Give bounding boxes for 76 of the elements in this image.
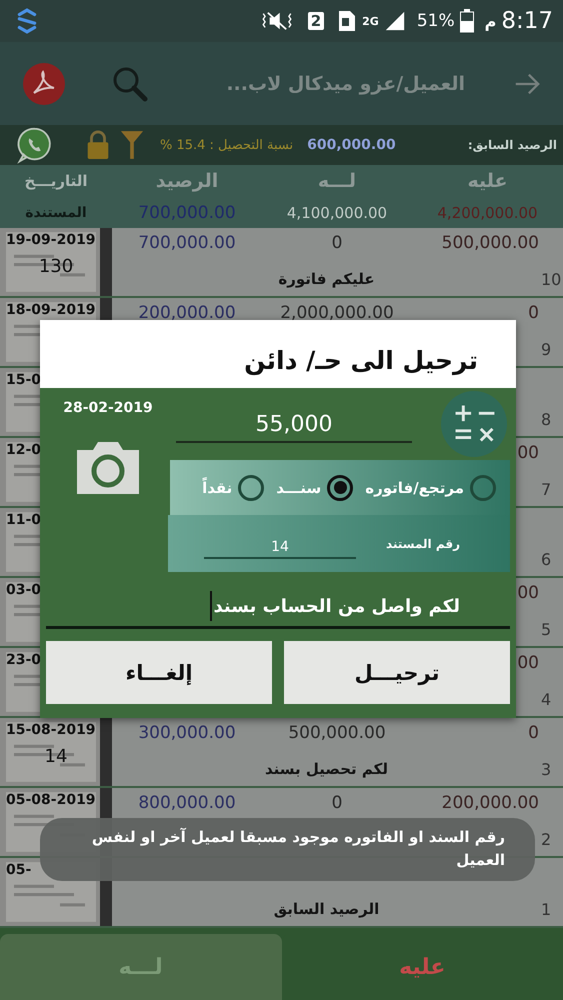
document-number-label: رقم المستند — [386, 536, 460, 550]
row-date: 18-09-2019 — [5, 302, 96, 318]
row-number: 2 — [541, 830, 552, 848]
row-number: 6 — [541, 550, 552, 568]
row-number: 7 — [541, 480, 552, 498]
amount-field[interactable]: 55,000 — [176, 412, 412, 442]
row-number: 1 — [541, 900, 552, 918]
row-number: 5 — [541, 620, 552, 638]
row-date: 15-08-2019 — [5, 722, 96, 738]
row-number: 10 — [541, 270, 562, 288]
table-cell-text: 00 — [516, 582, 540, 603]
radio-button[interactable] — [470, 474, 496, 500]
row-date: 19-09-2019 — [5, 232, 96, 248]
collection-rate: 15.4 % — [160, 138, 206, 152]
table-cell-text: 700,000.00 — [137, 232, 237, 253]
row-date: 05-08-2019 — [5, 792, 96, 808]
row-description: لكم تحصيل بسند — [264, 760, 389, 778]
table-cell-text: 0 — [527, 722, 540, 743]
time-period: م — [484, 12, 496, 30]
document-number-field[interactable]: 14 — [204, 538, 356, 558]
table-cell-text: 0 — [527, 302, 540, 323]
column-header: الرصيد — [154, 170, 220, 192]
column-header: لـــه — [316, 170, 358, 192]
row-date: 11-0 — [5, 512, 42, 528]
table-cell-text: 200,000.00 — [137, 302, 237, 323]
dialog-button[interactable]: إلغـــاء — [46, 641, 272, 704]
radio-option[interactable]: مرتجع/فاتوره — [365, 474, 496, 500]
row-date: 05- — [5, 862, 32, 878]
dialog-button[interactable]: ترحيـــل — [284, 641, 510, 704]
row-date: 15-0 — [5, 372, 42, 388]
filter-icon[interactable] — [120, 129, 144, 161]
row-number: 3 — [541, 760, 552, 778]
column-header: التاريـــخ — [24, 172, 88, 190]
table-cell-text: 200,000.00 — [440, 792, 540, 813]
network-type: 2G — [362, 14, 379, 28]
table-cell-text: 800,000.00 — [137, 792, 237, 813]
entry-date: 28-02-2019 — [63, 400, 153, 416]
previous-balance-label: الرصيد السابق: — [466, 138, 557, 152]
battery-icon — [460, 9, 474, 33]
row-description: الرصيد السابق — [272, 900, 380, 918]
signal-icon — [384, 9, 406, 33]
total-credit: 4,100,000.00 — [286, 204, 388, 222]
table-cell-text: 2,000,000.00 — [279, 302, 395, 323]
row-number: 4 — [541, 690, 552, 708]
pdf-icon[interactable] — [22, 62, 66, 106]
document-number: 14 — [44, 746, 68, 767]
sim-slot-indicator: 2 — [308, 12, 324, 30]
table-cell-text: 00 — [516, 442, 540, 463]
row-date: 12-0 — [5, 442, 42, 458]
table-cell-text: 0 — [330, 232, 344, 253]
document-number: 130 — [38, 256, 74, 277]
radio-button[interactable] — [327, 474, 354, 500]
error-toast: رقم السند او الفاتوره موجود مسبقا لعميل آخر او لنفس العميل — [40, 818, 535, 880]
row-date: 23-0 — [5, 652, 42, 668]
row-number: 8 — [541, 410, 552, 428]
totals-label: المستندة — [24, 204, 88, 221]
collection-rate-label: نسبة التحصيل : — [209, 138, 294, 152]
total-debit: 4,200,000.00 — [436, 204, 539, 222]
battery-percent: 51% — [416, 11, 455, 31]
row-date: 03-0 — [5, 582, 42, 598]
radio-button[interactable] — [238, 474, 264, 500]
customer-title: العميل/عزو ميدكال لاب... — [225, 72, 465, 94]
table-cell-text: 300,000.00 — [137, 722, 237, 743]
table-cell-text: 0 — [330, 792, 344, 813]
row-number: 9 — [541, 340, 552, 358]
row-description: عليكم فاتورة — [277, 270, 376, 288]
description-field[interactable]: لكم واصل من الحساب بسند — [46, 586, 510, 629]
table-cell-text: 500,000.00 — [287, 722, 387, 743]
calculator-icon[interactable] — [440, 390, 508, 458]
clock: 8:17 — [501, 8, 553, 34]
sim-card-icon — [337, 9, 358, 33]
previous-balance: 600,000.00 — [307, 137, 396, 153]
column-header: عليه — [466, 170, 508, 192]
table-cell-text: 500,000.00 — [440, 232, 540, 253]
dialog-title: ترحيل الى حـ/ دائن — [40, 320, 516, 388]
table-cell-text: 00 — [516, 652, 540, 673]
